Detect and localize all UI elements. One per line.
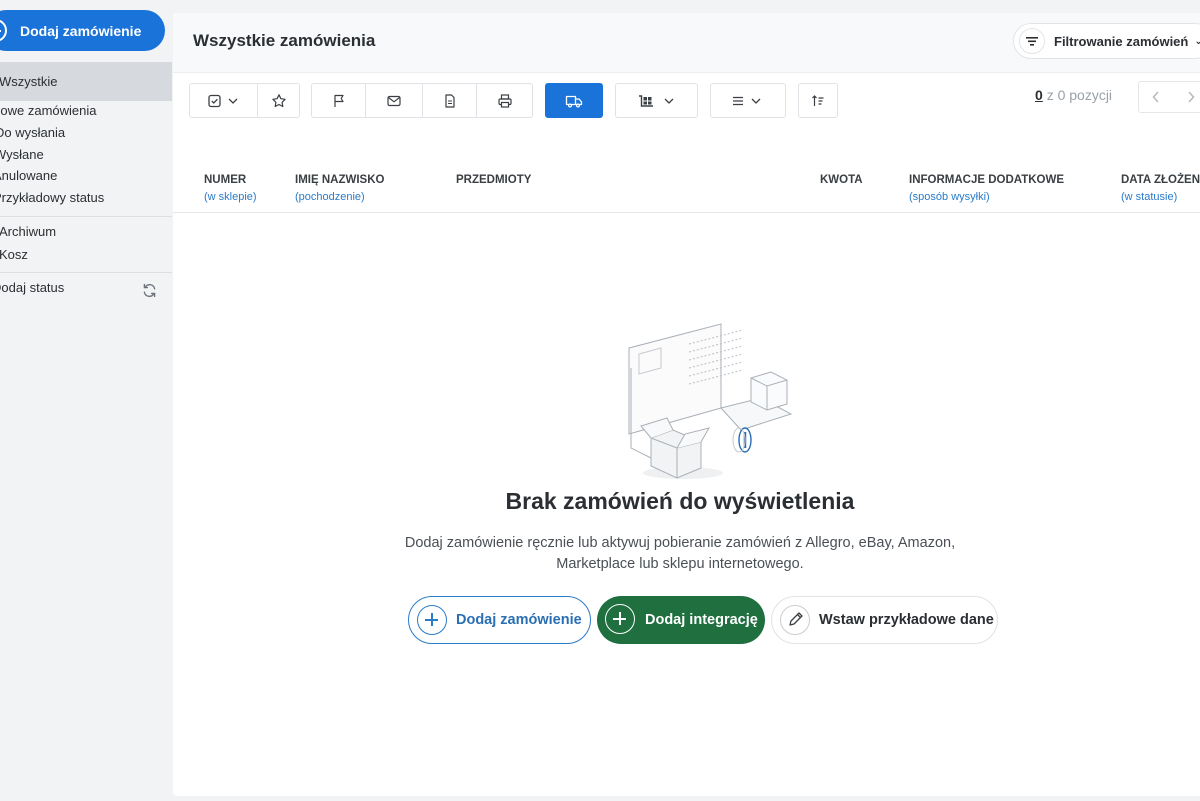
document-icon bbox=[444, 93, 455, 108]
chevron-down-icon: ⌄ bbox=[1194, 35, 1200, 47]
pagination-current[interactable]: 0 bbox=[1035, 87, 1043, 103]
column-subheader-name[interactable]: (pochodzenie) bbox=[295, 191, 365, 203]
sidebar-divider bbox=[0, 272, 172, 273]
plus-circle-icon bbox=[605, 604, 635, 634]
sidebar-item-all[interactable]: Wszystkie bbox=[0, 62, 172, 101]
pencil-icon bbox=[780, 605, 810, 635]
email-button[interactable] bbox=[366, 83, 423, 118]
pagination-info: 0 z 0 pozycji bbox=[1035, 87, 1112, 103]
column-header-additional-info[interactable]: INFORMACJE DODATKOWE bbox=[909, 174, 1064, 186]
favorite-button[interactable] bbox=[258, 83, 300, 118]
warehouse-icon bbox=[638, 94, 673, 107]
empty-orders-illustration bbox=[628, 323, 793, 479]
sidebar: Dodaj zamówienie Wszystkie Nowe zamówien… bbox=[0, 0, 172, 801]
sort-icon bbox=[812, 94, 824, 106]
filter-orders-button[interactable]: Filtrowanie zamówień ⌄ bbox=[1013, 23, 1200, 59]
sidebar-item-label: Wszystkie bbox=[0, 74, 58, 89]
sidebar-item-cancelled[interactable]: Anulowane bbox=[0, 166, 57, 186]
page-title: Wszystkie zamówienia bbox=[193, 31, 376, 50]
sidebar-item-archive[interactable]: Archiwum bbox=[0, 222, 56, 242]
add-integration-label: Dodaj integrację bbox=[645, 612, 758, 628]
empty-state-title: Brak zamówień do wyświetlenia bbox=[505, 488, 855, 514]
next-page-button[interactable] bbox=[1173, 81, 1200, 113]
main-panel: Wszystkie zamówienia Filtrowanie zamówie… bbox=[173, 13, 1200, 796]
filter-label: Filtrowanie zamówień bbox=[1054, 33, 1189, 49]
main-header: Wszystkie zamówienia Filtrowanie zamówie… bbox=[173, 13, 1200, 73]
chevron-right-icon bbox=[1187, 91, 1195, 103]
select-dropdown-button[interactable] bbox=[189, 83, 258, 118]
sort-button[interactable] bbox=[798, 83, 838, 118]
sidebar-item-to-ship[interactable]: Do wysłania bbox=[0, 123, 65, 143]
column-header-items[interactable]: PRZEDMIOTY bbox=[456, 174, 531, 186]
plus-circle-icon bbox=[417, 605, 447, 635]
more-options-dropdown-button[interactable] bbox=[710, 83, 786, 118]
filter-icon bbox=[1019, 28, 1045, 54]
sidebar-item-trash[interactable]: Kosz bbox=[0, 245, 28, 265]
column-subheader-number[interactable]: (w sklepie) bbox=[204, 191, 257, 203]
flag-icon bbox=[333, 94, 344, 107]
add-order-cta-button[interactable]: Dodaj zamówienie bbox=[408, 596, 591, 644]
column-subheader-date[interactable]: (w statusie) bbox=[1121, 191, 1177, 203]
sidebar-item-new-orders[interactable]: Nowe zamówienia bbox=[0, 101, 97, 121]
empty-state-description: Dodaj zamówienie ręcznie lub aktywuj pob… bbox=[404, 535, 956, 572]
sidebar-item-shipped[interactable]: Wysłane bbox=[0, 145, 44, 165]
print-button[interactable] bbox=[477, 83, 533, 118]
add-status-link[interactable]: Dodaj status bbox=[0, 278, 64, 298]
insert-sample-data-label: Wstaw przykładowe dane bbox=[819, 612, 994, 628]
app-window: Dodaj zamówienie Wszystkie Nowe zamówien… bbox=[0, 0, 1200, 801]
shipping-button[interactable] bbox=[545, 83, 603, 118]
add-order-button[interactable]: Dodaj zamówienie bbox=[0, 10, 165, 51]
column-header-name[interactable]: IMIĘ NAZWISKO bbox=[295, 174, 384, 186]
menu-icon bbox=[733, 96, 761, 105]
refresh-icon[interactable] bbox=[141, 282, 158, 299]
plus-icon bbox=[0, 19, 7, 42]
add-integration-button[interactable]: Dodaj integrację bbox=[597, 596, 765, 644]
column-header-number[interactable]: NUMER bbox=[204, 174, 246, 186]
add-order-cta-label: Dodaj zamówienie bbox=[456, 612, 582, 628]
column-header-date[interactable]: DATA ZŁOŻENIA bbox=[1121, 174, 1200, 186]
prev-page-button[interactable] bbox=[1138, 81, 1174, 113]
column-header-amount[interactable]: KWOTA bbox=[820, 174, 863, 186]
add-order-label: Dodaj zamówienie bbox=[20, 22, 142, 39]
printer-icon bbox=[497, 93, 512, 108]
sidebar-divider bbox=[0, 216, 172, 217]
insert-sample-data-button[interactable]: Wstaw przykładowe dane bbox=[771, 596, 998, 644]
chevron-left-icon bbox=[1152, 91, 1159, 103]
mail-icon bbox=[387, 95, 401, 106]
table-header-divider bbox=[173, 212, 1200, 213]
warehouse-dropdown-button[interactable] bbox=[615, 83, 698, 118]
pagination-rest: z 0 pozycji bbox=[1046, 87, 1113, 103]
truck-icon bbox=[565, 95, 583, 108]
sidebar-item-sample-status[interactable]: Przykładowy status bbox=[0, 188, 104, 208]
checkbox-icon bbox=[207, 94, 237, 107]
star-icon bbox=[271, 93, 286, 107]
action-toolbar-group bbox=[311, 83, 533, 118]
document-button[interactable] bbox=[423, 83, 477, 118]
flag-button[interactable] bbox=[311, 83, 366, 118]
selection-toolbar-group bbox=[189, 83, 300, 118]
column-subheader-additional-info[interactable]: (sposób wysyłki) bbox=[909, 191, 990, 203]
